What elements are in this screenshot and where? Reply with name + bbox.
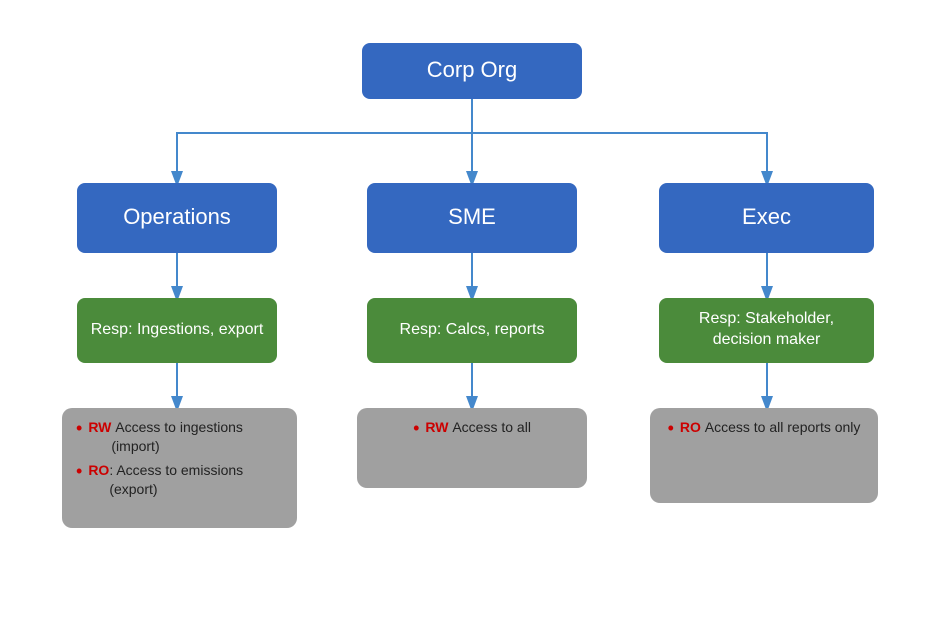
exec-access-node: RO Access to all reports only: [650, 408, 878, 503]
sme-access-item-1: RW Access to all: [413, 418, 531, 440]
sme-resp-node: Resp: Calcs, reports: [367, 298, 577, 363]
exec-access-item-1: RO Access to all reports only: [668, 418, 861, 440]
exec-access-list: RO Access to all reports only: [668, 418, 861, 444]
sme-access-node: RW Access to all: [357, 408, 587, 488]
org-chart-diagram: Corp Org Operations SME Exec Resp: Inges…: [22, 13, 922, 613]
sme-access-list: RW Access to all: [413, 418, 531, 444]
ops-rw-badge: RW: [88, 418, 111, 438]
ops-access-item-2: RO: Access to emissions (export): [76, 461, 283, 500]
sme-label: SME: [448, 203, 496, 232]
operations-node: Operations: [77, 183, 277, 253]
sme-resp-label: Resp: Calcs, reports: [400, 320, 545, 341]
exec-label: Exec: [742, 203, 791, 232]
sme-rw-badge: RW: [425, 418, 448, 438]
ops-resp-node: Resp: Ingestions, export: [77, 298, 277, 363]
sme-node: SME: [367, 183, 577, 253]
nodes-container: Corp Org Operations SME Exec Resp: Inges…: [22, 13, 922, 613]
corp-org-node: Corp Org: [362, 43, 582, 99]
ops-access-node: RW Access to ingestions (import) RO: Acc…: [62, 408, 297, 528]
exec-resp-node: Resp: Stakeholder, decision maker: [659, 298, 874, 363]
exec-ro-badge: RO: [680, 418, 701, 438]
ops-access-item-1: RW Access to ingestions (import): [76, 418, 283, 457]
operations-label: Operations: [123, 203, 231, 232]
exec-node: Exec: [659, 183, 874, 253]
ops-ro-badge: RO: [88, 461, 109, 481]
exec-resp-label: Resp: Stakeholder, decision maker: [671, 309, 862, 351]
corp-org-label: Corp Org: [427, 56, 517, 85]
ops-resp-label: Resp: Ingestions, export: [91, 320, 264, 341]
ops-access-list: RW Access to ingestions (import) RO: Acc…: [76, 418, 283, 504]
